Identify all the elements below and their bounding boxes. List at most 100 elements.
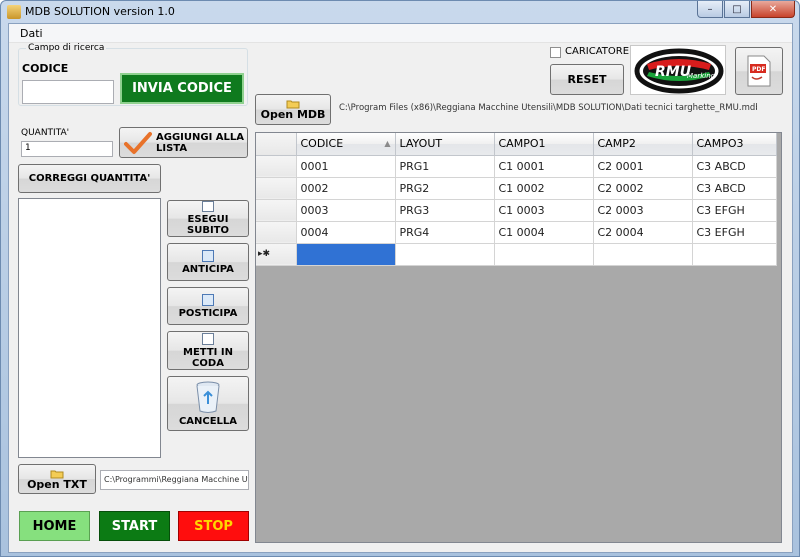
table-cell[interactable]: C2 0002 <box>593 177 693 200</box>
home-button[interactable]: HOME <box>19 511 90 541</box>
pdf-icon: PDF <box>747 55 771 87</box>
table-cell[interactable]: C1 0003 <box>494 199 594 222</box>
menu-bar: Dati <box>9 24 792 43</box>
arrow-down-icon <box>202 293 214 306</box>
client-area: Dati Campo di ricerca CODICE INVIA CODIC… <box>8 23 793 553</box>
svg-text:PDF: PDF <box>752 66 765 73</box>
table-cell[interactable]: C1 0004 <box>494 221 594 244</box>
arrow-up-icon <box>202 249 214 262</box>
column-header[interactable]: CAMP2 <box>593 133 693 156</box>
data-grid[interactable]: CODICE ▲ LAYOUT CAMPO1 CAMP2 CAMPO3 0001 … <box>255 132 782 543</box>
add-to-list-label: AGGIUNGI ALLA LISTA <box>156 131 244 154</box>
table-cell[interactable]: 0002 <box>296 177 396 200</box>
recycle-bin-icon <box>196 381 220 413</box>
move-up-button[interactable]: ANTICIPA <box>167 243 249 281</box>
table-cell[interactable]: C1 0001 <box>494 155 594 178</box>
code-label: CODICE <box>22 62 69 75</box>
delete-label: CANCELLA <box>178 416 238 427</box>
sort-ascending-icon: ▲ <box>384 139 391 149</box>
new-row[interactable]: ▸✱ <box>256 243 777 266</box>
table-cell[interactable] <box>593 243 693 266</box>
table-cell[interactable] <box>494 243 594 266</box>
table-cell[interactable]: PRG1 <box>395 155 495 178</box>
table-cell[interactable]: C3 ABCD <box>692 177 777 200</box>
queue-list[interactable] <box>18 198 161 458</box>
code-input[interactable] <box>22 80 114 104</box>
checkmark-icon <box>124 131 152 154</box>
run-now-icon <box>202 201 214 212</box>
fix-quantity-button[interactable]: CORREGGI QUANTITA' <box>18 164 161 193</box>
menu-dati[interactable]: Dati <box>20 27 43 40</box>
row-header[interactable] <box>256 155 297 178</box>
delete-button[interactable]: CANCELLA <box>167 376 249 431</box>
table-row[interactable]: 0002 PRG2 C1 0002 C2 0002 C3 ABCD <box>256 177 777 200</box>
open-mdb-label: Open MDB <box>260 108 326 121</box>
table-cell[interactable]: C3 EFGH <box>692 221 777 244</box>
rmu-logo: RMU Marking <box>630 45 726 95</box>
table-cell[interactable]: 0004 <box>296 221 396 244</box>
grid-table: CODICE ▲ LAYOUT CAMPO1 CAMP2 CAMPO3 0001 … <box>256 133 777 266</box>
reset-button[interactable]: RESET <box>550 64 624 95</box>
main-window: MDB SOLUTION version 1.0 – □ ✕ Dati Camp… <box>0 0 800 557</box>
txt-path-field[interactable]: C:\Programmi\Reggiana Macchine Ute <box>100 470 249 490</box>
open-mdb-button[interactable]: Open MDB <box>255 94 331 125</box>
column-header[interactable]: CAMPO1 <box>494 133 594 156</box>
enqueue-label: METTI IN CODA <box>183 346 233 369</box>
table-cell[interactable]: PRG2 <box>395 177 495 200</box>
minimize-button[interactable]: – <box>697 1 723 18</box>
pdf-button[interactable]: PDF <box>735 47 783 95</box>
grid-header-row: CODICE ▲ LAYOUT CAMPO1 CAMP2 CAMPO3 <box>256 133 777 156</box>
column-header[interactable]: CODICE ▲ <box>296 133 396 156</box>
folder-icon <box>50 470 64 478</box>
row-header[interactable] <box>256 177 297 200</box>
add-to-list-button[interactable]: AGGIUNGI ALLA LISTA <box>119 127 248 158</box>
table-cell[interactable]: C3 ABCD <box>692 155 777 178</box>
selected-cell[interactable] <box>296 243 396 266</box>
quantity-label: QUANTITA' <box>21 128 70 138</box>
table-cell[interactable] <box>395 243 495 266</box>
enqueue-icon <box>202 332 214 345</box>
title-bar[interactable]: MDB SOLUTION version 1.0 – □ ✕ <box>1 1 799 23</box>
quantity-input[interactable]: 1 <box>21 141 113 157</box>
grid-corner <box>256 133 297 156</box>
send-code-button[interactable]: INVIA CODICE <box>120 73 244 104</box>
table-cell[interactable]: PRG4 <box>395 221 495 244</box>
table-cell[interactable]: PRG3 <box>395 199 495 222</box>
enqueue-button[interactable]: METTI IN CODA <box>167 331 249 370</box>
logo-subtext: Marking <box>687 72 716 80</box>
loader-checkbox[interactable] <box>550 47 561 58</box>
table-row[interactable]: 0001 PRG1 C1 0001 C2 0001 C3 ABCD <box>256 155 777 178</box>
window-title: MDB SOLUTION version 1.0 <box>25 5 175 18</box>
close-button[interactable]: ✕ <box>751 1 795 18</box>
maximize-button[interactable]: □ <box>724 1 750 18</box>
run-now-label: ESEGUI SUBITO <box>187 214 229 236</box>
table-cell[interactable]: 0003 <box>296 199 396 222</box>
table-cell[interactable]: C2 0004 <box>593 221 693 244</box>
column-header[interactable]: CAMPO3 <box>692 133 777 156</box>
column-header-codice: CODICE <box>300 137 344 151</box>
open-txt-label: Open TXT <box>27 477 87 491</box>
table-cell[interactable] <box>692 243 777 266</box>
row-header[interactable] <box>256 199 297 222</box>
rmu-logo-graphic: RMU Marking <box>634 48 724 94</box>
run-now-button[interactable]: ESEGUI SUBITO <box>167 200 249 237</box>
table-row[interactable]: 0004 PRG4 C1 0004 C2 0004 C3 EFGH <box>256 221 777 244</box>
new-row-marker[interactable]: ▸✱ <box>256 243 297 266</box>
move-up-label: ANTICIPA <box>182 263 234 275</box>
move-down-button[interactable]: POSTICIPA <box>167 287 249 325</box>
table-cell[interactable]: C1 0002 <box>494 177 594 200</box>
column-header[interactable]: LAYOUT <box>395 133 495 156</box>
stop-button[interactable]: STOP <box>178 511 249 541</box>
row-header[interactable] <box>256 221 297 244</box>
open-txt-button[interactable]: Open TXT <box>18 464 96 494</box>
table-cell[interactable]: C3 EFGH <box>692 199 777 222</box>
table-cell[interactable]: 0001 <box>296 155 396 178</box>
move-down-label: POSTICIPA <box>178 307 238 319</box>
start-button[interactable]: START <box>99 511 170 541</box>
mdb-path-label: C:\Program Files (x86)\Reggiana Macchine… <box>339 103 757 117</box>
table-cell[interactable]: C2 0003 <box>593 199 693 222</box>
app-icon <box>7 5 21 19</box>
table-row[interactable]: 0003 PRG3 C1 0003 C2 0003 C3 EFGH <box>256 199 777 222</box>
table-cell[interactable]: C2 0001 <box>593 155 693 178</box>
loader-label: CARICATORE <box>565 46 630 57</box>
